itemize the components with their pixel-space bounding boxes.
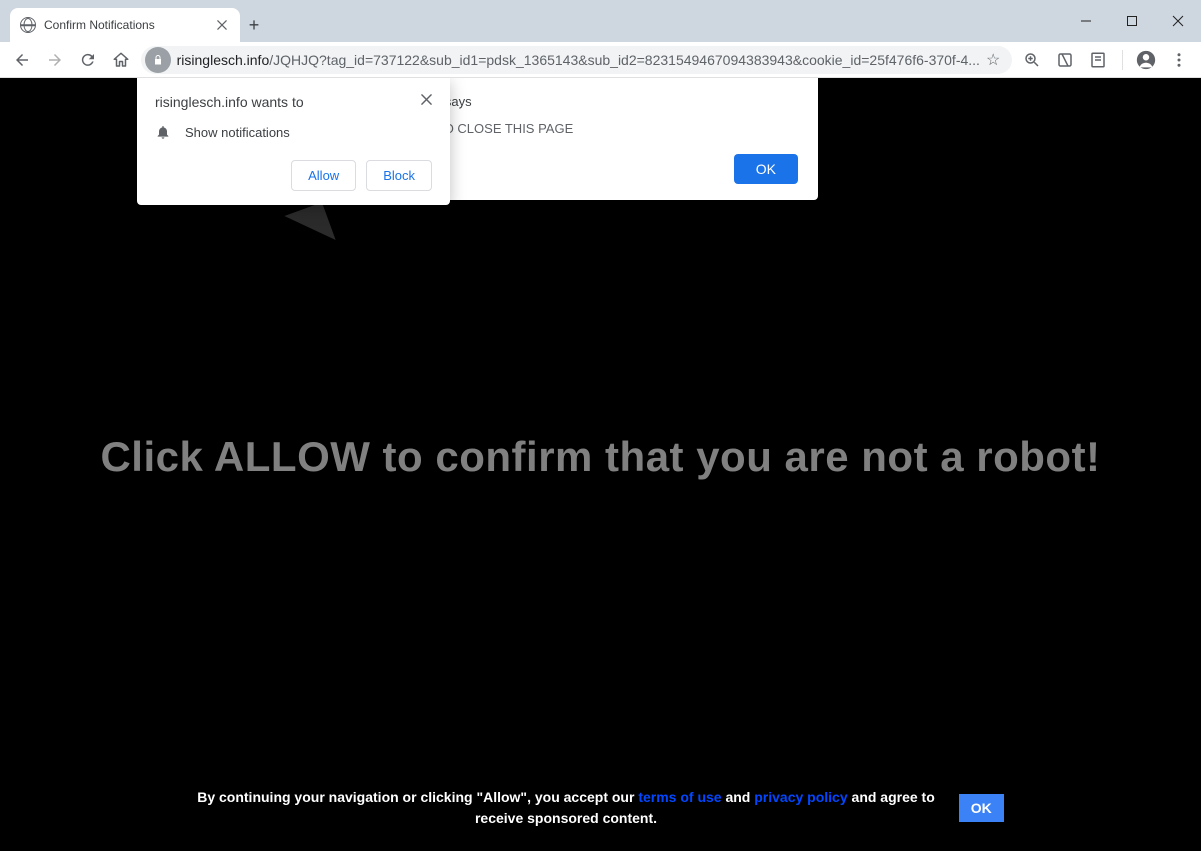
- home-icon: [112, 51, 130, 69]
- lock-icon: [152, 54, 164, 66]
- window-maximize-button[interactable]: [1109, 0, 1155, 42]
- notification-permission-prompt: risinglesch.info wants to Show notificat…: [137, 78, 450, 205]
- home-button[interactable]: [107, 46, 134, 74]
- browser-toolbar: risinglesch.info/JQHJQ?tag_id=737122&sub…: [0, 42, 1201, 78]
- extension-button-1[interactable]: [1051, 46, 1078, 74]
- page-headline: Click ALLOW to confirm that you are not …: [0, 433, 1201, 481]
- forward-button: [41, 46, 68, 74]
- alert-message: LOW TO CLOSE THIS PAGE: [403, 121, 798, 136]
- tab-title: Confirm Notifications: [44, 18, 206, 32]
- magnifier-icon: [1023, 51, 1041, 69]
- window-close-button[interactable]: [1155, 0, 1201, 42]
- terms-of-use-link[interactable]: terms of use: [638, 789, 721, 805]
- privacy-policy-link[interactable]: privacy policy: [754, 789, 847, 805]
- permission-allow-button[interactable]: Allow: [291, 160, 356, 191]
- alert-ok-button[interactable]: OK: [734, 154, 798, 184]
- permission-block-button[interactable]: Block: [366, 160, 432, 191]
- profile-button[interactable]: [1133, 46, 1160, 74]
- zoom-button[interactable]: [1018, 46, 1045, 74]
- extension-button-2[interactable]: [1085, 46, 1112, 74]
- close-icon: [217, 20, 227, 30]
- arrow-right-icon: [46, 51, 64, 69]
- close-icon: [1172, 15, 1184, 27]
- window-titlebar: Confirm Notifications +: [0, 0, 1201, 42]
- address-bar[interactable]: risinglesch.info/JQHJQ?tag_id=737122&sub…: [141, 46, 1013, 74]
- browser-menu-button[interactable]: [1166, 46, 1193, 74]
- toolbar-divider: [1122, 50, 1123, 70]
- reload-button[interactable]: [74, 46, 101, 74]
- globe-icon: [20, 17, 36, 33]
- bell-icon: [155, 124, 171, 140]
- speech-arrow-decoration: [284, 202, 335, 253]
- reader-icon: [1089, 51, 1107, 69]
- url-text: risinglesch.info/JQHJQ?tag_id=737122&sub…: [177, 52, 980, 68]
- person-icon: [1135, 49, 1157, 71]
- tab-close-button[interactable]: [214, 17, 230, 33]
- extension-icon: [1056, 51, 1074, 69]
- dots-vertical-icon: [1170, 51, 1188, 69]
- footer-text: By continuing your navigation or clickin…: [197, 787, 935, 829]
- new-tab-button[interactable]: +: [240, 8, 268, 42]
- reload-icon: [79, 51, 97, 69]
- window-controls: [1063, 0, 1201, 42]
- maximize-icon: [1126, 15, 1138, 27]
- page-footer: By continuing your navigation or clickin…: [0, 787, 1201, 829]
- site-security-button[interactable]: [145, 47, 171, 73]
- bookmark-button[interactable]: ☆: [986, 50, 1000, 70]
- permission-close-button[interactable]: [421, 94, 432, 105]
- close-icon: [421, 94, 432, 105]
- alert-title: ch.info says: [403, 94, 798, 109]
- minimize-icon: [1080, 15, 1092, 27]
- window-minimize-button[interactable]: [1063, 0, 1109, 42]
- back-button[interactable]: [8, 46, 35, 74]
- permission-title: risinglesch.info wants to: [155, 94, 413, 110]
- browser-tab[interactable]: Confirm Notifications: [10, 8, 240, 42]
- permission-row-label: Show notifications: [185, 125, 290, 140]
- arrow-left-icon: [13, 51, 31, 69]
- footer-ok-button[interactable]: OK: [959, 794, 1004, 822]
- page-content: ch.info says LOW TO CLOSE THIS PAGE OK r…: [0, 78, 1201, 851]
